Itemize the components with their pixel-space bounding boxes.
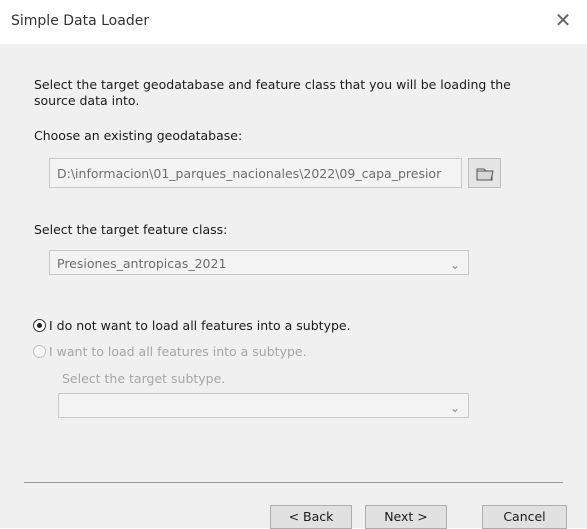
back-button[interactable]: < Back (270, 505, 352, 529)
feature-class-value: Presiones_antropicas_2021 (57, 256, 227, 271)
open-folder-icon (476, 168, 494, 181)
browse-folder-button[interactable] (468, 158, 501, 188)
close-icon[interactable]: ✕ (551, 8, 575, 32)
radio-subtype[interactable]: I want to load all features into a subty… (33, 344, 307, 359)
geodatabase-path-field[interactable]: D:\informacion\01_parques_nacionales\202… (49, 158, 462, 188)
next-button[interactable]: Next > (365, 505, 447, 529)
intro-text: Select the target geodatabase and featur… (34, 77, 511, 108)
geodatabase-label: Choose an existing geodatabase: (34, 128, 243, 143)
radio-no-subtype-label: I do not want to load all features into … (49, 318, 351, 333)
chevron-down-icon: ⌄ (449, 258, 460, 272)
radio-no-subtype[interactable]: I do not want to load all features into … (33, 318, 351, 333)
feature-class-select[interactable]: Presiones_antropicas_2021 ⌄ (49, 250, 469, 275)
radio-button-icon (33, 345, 46, 358)
dialog-content: Select the target geodatabase and featur… (0, 44, 587, 529)
subtype-label: Select the target subtype. (62, 371, 226, 386)
footer-divider (24, 482, 563, 483)
title-bar: Simple Data Loader ✕ (0, 0, 587, 44)
radio-button-selected-icon (33, 319, 46, 332)
chevron-down-icon: ⌄ (449, 401, 460, 415)
cancel-button[interactable]: Cancel (482, 505, 567, 529)
window-title: Simple Data Loader (11, 13, 150, 29)
subtype-select[interactable]: ⌄ (58, 393, 469, 418)
radio-subtype-label: I want to load all features into a subty… (49, 344, 307, 359)
feature-class-label: Select the target feature class: (34, 222, 228, 237)
